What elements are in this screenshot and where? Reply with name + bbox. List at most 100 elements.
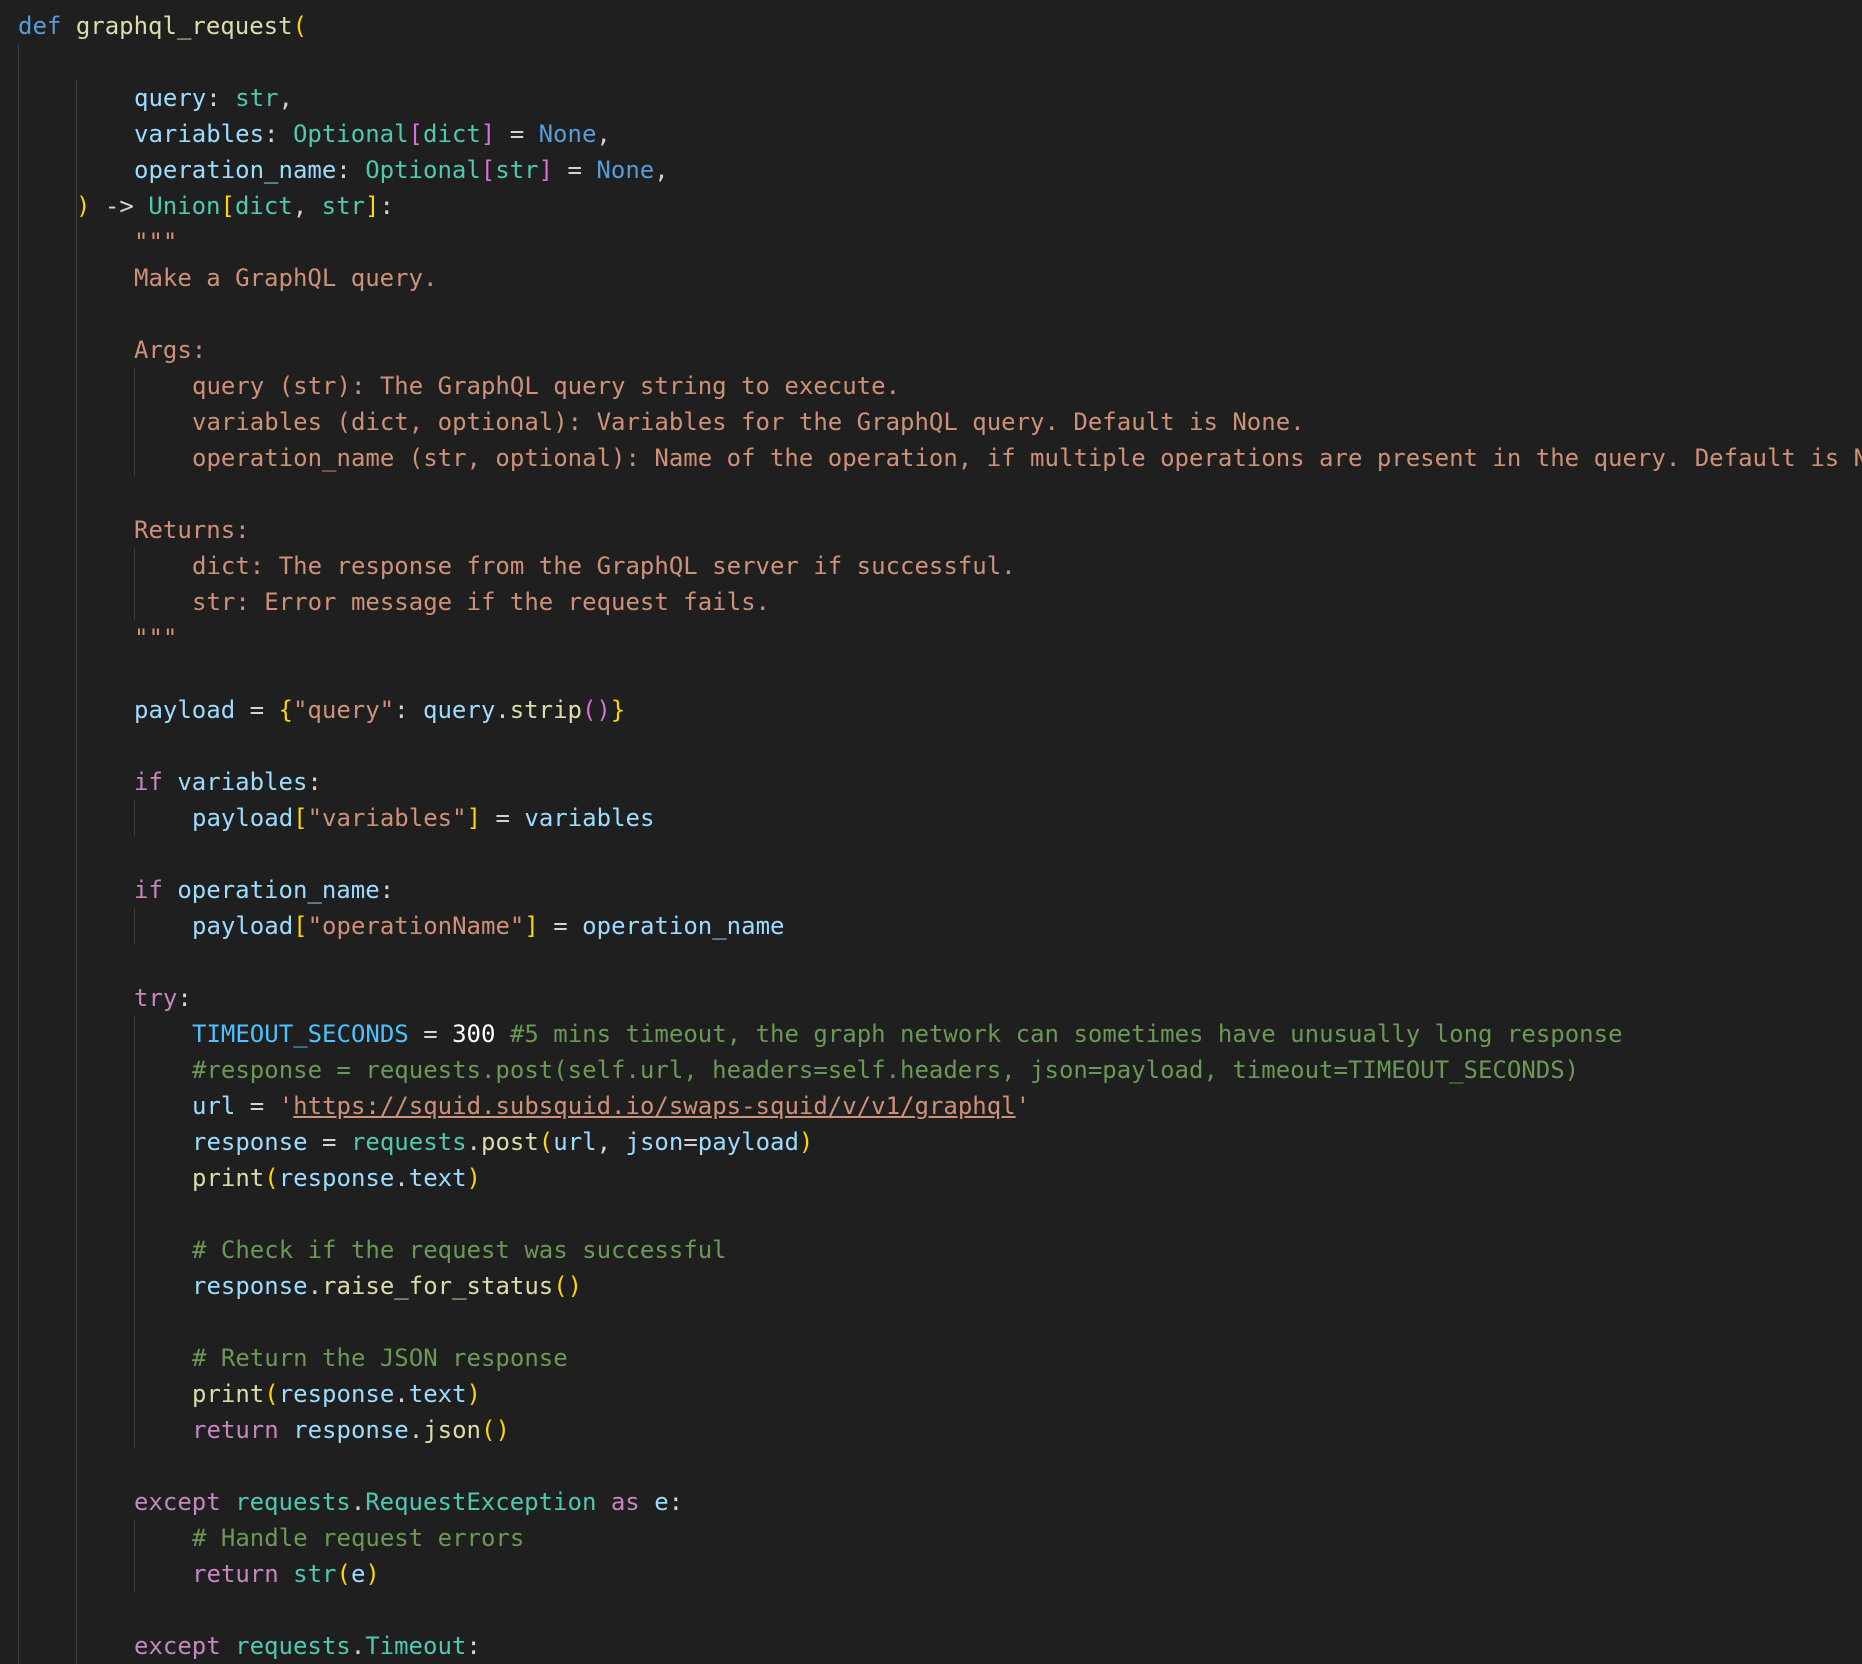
code-token: operation_name (str, optional): Name of … [192, 444, 1862, 472]
code-token: payload [697, 1128, 799, 1156]
code-token: raise_for_status [322, 1272, 554, 1300]
code-token: . [495, 696, 510, 724]
code-line[interactable]: """ [134, 224, 177, 260]
indent-guide [134, 800, 135, 836]
code-line[interactable]: #response = requests.post(self.url, head… [192, 1052, 1579, 1088]
code-line[interactable]: operation_name (str, optional): Name of … [192, 440, 1862, 476]
code-line[interactable]: # Handle request errors [192, 1520, 524, 1556]
code-token: try [134, 984, 178, 1012]
code-line[interactable]: response.raise_for_status() [192, 1268, 582, 1304]
code-token: if [134, 768, 163, 796]
code-line[interactable]: payload = {"query": query.strip()} [134, 692, 625, 728]
code-line[interactable]: Returns: [134, 512, 250, 548]
indent-guide [134, 1520, 135, 1592]
code-line[interactable]: except requests.RequestException as e: [134, 1484, 683, 1520]
code-token: = [495, 120, 539, 148]
code-token: Timeout [365, 1632, 467, 1660]
code-editor[interactable]: def graphql_request(query: str, variables… [0, 0, 1862, 1664]
code-token: 300 [452, 1020, 496, 1048]
code-line[interactable]: variables: Optional[dict] = None, [134, 116, 611, 152]
code-line[interactable]: str: Error message if the request fails. [192, 584, 770, 620]
code-line[interactable]: return str(e) [192, 1556, 380, 1592]
code-token: json [625, 1128, 684, 1156]
code-token: response [192, 1272, 308, 1300]
code-line[interactable]: # Check if the request was successful [192, 1232, 727, 1268]
code-token: = [538, 912, 583, 940]
code-token: response [293, 1416, 409, 1444]
code-token: ( [264, 1164, 279, 1192]
code-token: """ [134, 228, 178, 256]
code-line[interactable]: try: [134, 980, 192, 1016]
indent-guide [134, 1016, 135, 1448]
code-token: : [668, 1488, 684, 1516]
code-token: [ [480, 156, 496, 184]
code-line[interactable]: return response.json() [192, 1412, 510, 1448]
code-line[interactable]: response = requests.post(url, json=paylo… [192, 1124, 813, 1160]
code-token: text [408, 1164, 467, 1192]
code-line[interactable]: print(response.text) [192, 1376, 481, 1412]
code-token: : [379, 876, 395, 904]
code-token: ] [538, 156, 554, 184]
code-line[interactable]: print(response.text) [192, 1160, 481, 1196]
code-line[interactable]: """ [134, 620, 177, 656]
code-line[interactable]: TIMEOUT_SECONDS = 300 #5 mins timeout, t… [192, 1016, 1623, 1052]
code-line[interactable]: Make a GraphQL query. [134, 260, 437, 296]
code-token: url [192, 1092, 236, 1120]
code-token: ] [466, 804, 482, 832]
code-token: () [481, 1416, 510, 1444]
code-token: except [134, 1488, 221, 1516]
code-line[interactable]: query (str): The GraphQL query string to… [192, 368, 900, 404]
code-line[interactable]: if operation_name: [134, 872, 394, 908]
code-token: ) [365, 1560, 380, 1588]
code-token: [ [220, 192, 235, 220]
code-token: Args: [134, 336, 207, 364]
code-token: = [481, 804, 525, 832]
code-token: , [278, 84, 293, 112]
code-line[interactable]: except requests.Timeout: [134, 1628, 481, 1664]
code-line[interactable]: url = 'https://squid.subsquid.io/swaps-s… [192, 1088, 1030, 1124]
code-line[interactable]: ) -> Union[dict, str]: [76, 188, 394, 224]
code-line[interactable]: # Return the JSON response [192, 1340, 568, 1376]
code-token: ( [336, 1560, 351, 1588]
code-token: : [336, 156, 366, 184]
code-token: Optional [292, 120, 409, 148]
code-token: None [538, 120, 597, 148]
code-token: # Handle request errors [192, 1524, 525, 1552]
code-line[interactable]: variables (dict, optional): Variables fo… [192, 404, 1305, 440]
code-token: = [235, 696, 279, 724]
code-token: as [610, 1488, 640, 1516]
code-token: = [307, 1128, 351, 1156]
code-line[interactable]: payload["operationName"] = operation_nam… [192, 908, 784, 944]
code-token: https://squid.subsquid.io/swaps-squid/v/… [293, 1092, 1016, 1120]
code-token: { [278, 696, 293, 724]
code-line[interactable]: Args: [134, 332, 206, 368]
code-token: ] [365, 192, 380, 220]
indent-guide [134, 908, 135, 944]
code-token: payload [192, 912, 294, 940]
code-token: ] [480, 120, 496, 148]
code-line[interactable]: def graphql_request( [18, 8, 307, 44]
code-token: response [192, 1128, 308, 1156]
code-token: Optional [365, 156, 481, 184]
code-line[interactable]: payload["variables"] = variables [192, 800, 654, 836]
code-token: . [408, 1416, 424, 1444]
code-line[interactable]: dict: The response from the GraphQL serv… [192, 548, 1016, 584]
code-token: requests [235, 1632, 351, 1660]
code-token: #response = requests.post(self.url, head… [192, 1056, 1580, 1084]
code-line[interactable]: if variables: [134, 764, 322, 800]
code-token: response [278, 1380, 395, 1408]
code-line[interactable]: operation_name: Optional[str] = None, [134, 152, 669, 188]
code-token: ' [1015, 1092, 1031, 1120]
code-token: str: Error message if the request fails. [192, 588, 770, 616]
code-token: . [350, 1632, 366, 1660]
code-token: . [394, 1164, 409, 1192]
code-line[interactable]: query: str, [134, 80, 293, 116]
code-token: Union [148, 192, 221, 220]
code-token: None [596, 156, 655, 184]
code-token: # Check if the request was successful [192, 1236, 727, 1264]
code-token: Make a GraphQL query. [134, 264, 438, 292]
